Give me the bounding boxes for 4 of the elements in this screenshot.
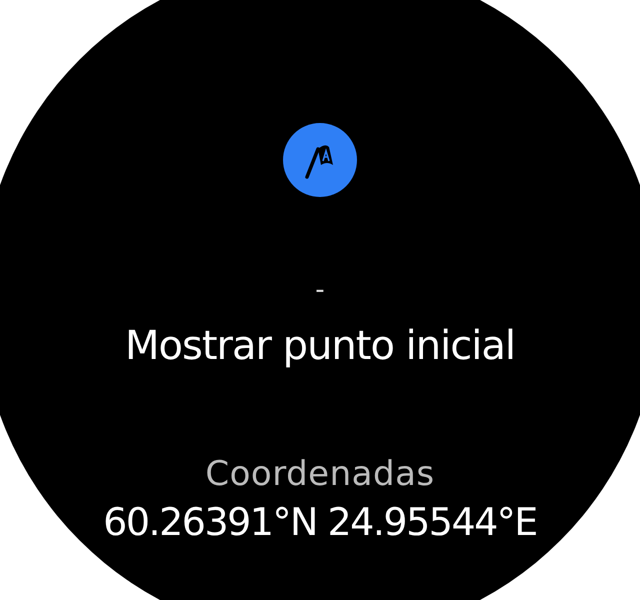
value-text: - xyxy=(315,277,325,303)
coordinates-value: 60.26391°N 24.95544°E xyxy=(103,499,537,545)
screen-title: Mostrar punto inicial xyxy=(125,322,515,371)
coordinates-label: Coordenadas xyxy=(205,453,435,495)
